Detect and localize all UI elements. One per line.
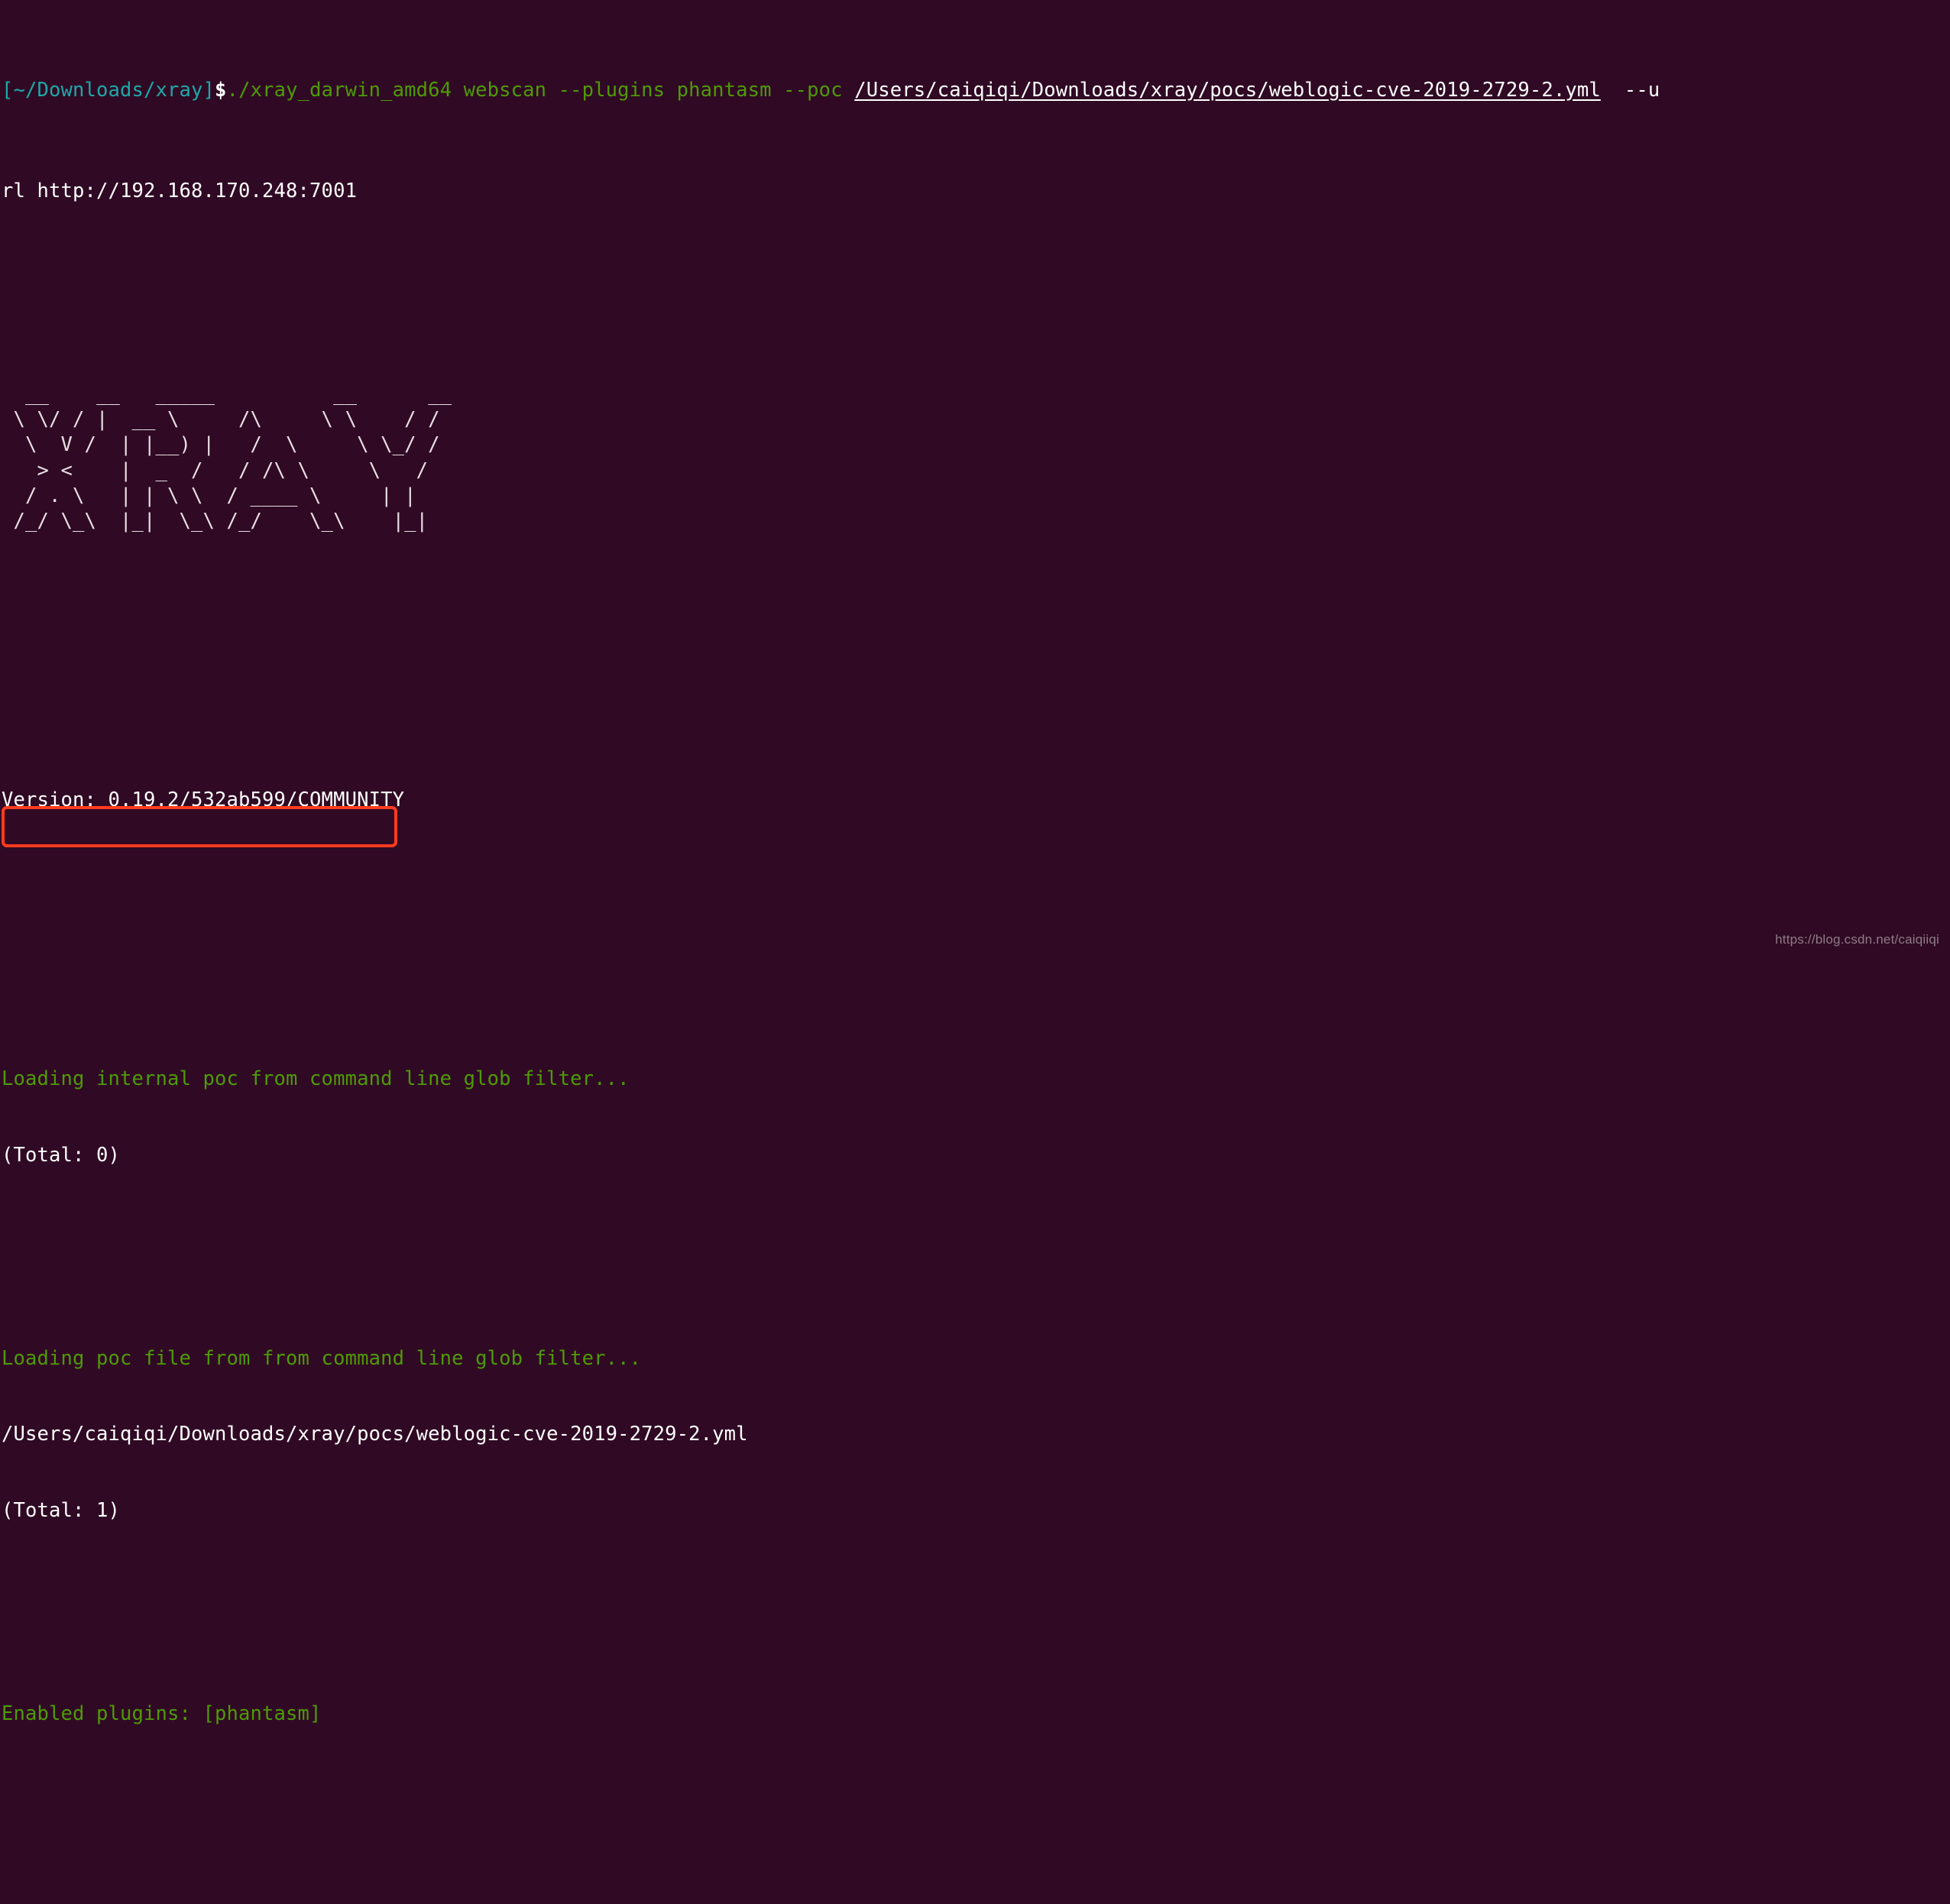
command-poc-path: /Users/caiqiqi/Downloads/xray/pocs/weblo… (854, 78, 1601, 102)
command-wrapped-text: rl http://192.168.170.248:7001 (2, 180, 358, 203)
prompt-symbol: $ (215, 78, 227, 102)
log-enabled-plugins: Enabled plugins: [phantasm] (2, 1702, 322, 1725)
command-tail: --u (1600, 78, 1660, 102)
command-text: ./xray_darwin_amd64 webscan --plugins ph… (226, 78, 855, 102)
xray-ascii-logo: __ __ _____ __ __ \ \/ / | __ \ /\ \ \ /… (2, 382, 1950, 534)
ascii-art-row: / . \ | | \ \ / ____ \ | | (2, 484, 416, 507)
ascii-art-row: > < | _ / / /\ \ \ / (2, 458, 429, 482)
ascii-art-row: \ V / | |__) | / \ \ \_/ / (2, 433, 440, 457)
csdn-watermark: https://blog.csdn.net/caiqiiqi (1775, 932, 1939, 947)
prompt-path: [~/Downloads/xray] (2, 78, 215, 102)
terminal-window[interactable]: [~/Downloads/xray]$./xray_darwin_amd64 w… (0, 0, 1950, 1725)
log-loading-poc-file: Loading poc file from from command line … (2, 1346, 642, 1370)
command-line: [~/Downloads/xray]$./xray_darwin_amd64 w… (2, 78, 1950, 103)
ascii-art-row: /_/ \_\ |_| \_\ /_/ \_\ |_| (2, 510, 429, 533)
log-loading-internal-poc: Loading internal poc from command line g… (2, 1067, 630, 1091)
ascii-art-row: __ __ _____ __ __ (2, 383, 452, 406)
log-total-files: (Total: 1) (2, 1498, 121, 1522)
version-line: Version: 0.19.2/532ab599/COMMUNITY (2, 788, 405, 812)
log-total-internal: (Total: 0) (2, 1144, 121, 1167)
log-poc-file-path: /Users/caiqiqi/Downloads/xray/pocs/weblo… (2, 1423, 748, 1446)
command-line-wrapped: rl http://192.168.170.248:7001 (2, 179, 1950, 204)
ascii-art-row: \ \/ / | __ \ /\ \ \ / / (2, 408, 440, 432)
